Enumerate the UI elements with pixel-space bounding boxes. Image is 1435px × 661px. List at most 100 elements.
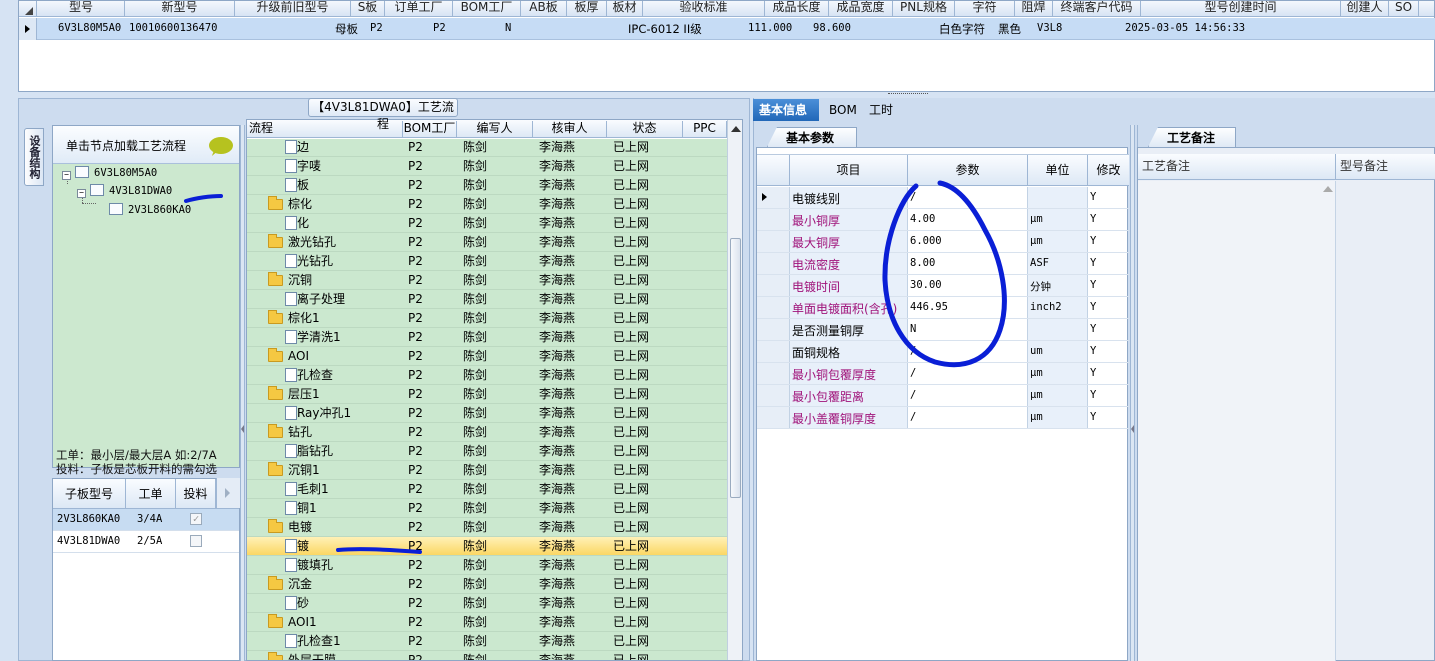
cell-solder-mask[interactable]: 黑色 (998, 21, 1021, 37)
cell-bom-factory[interactable]: P2 (408, 139, 423, 156)
param-item[interactable]: 最小铜包覆厚度 (790, 363, 908, 384)
cell-status[interactable]: 已上网 (613, 519, 649, 536)
cell-status[interactable]: 已上网 (613, 158, 649, 175)
param-unit[interactable]: μm (1028, 363, 1088, 384)
cell-bom-factory[interactable]: P2 (408, 234, 423, 251)
col-header[interactable]: 核审人 (533, 121, 607, 138)
flow-row[interactable]: −沉铜 P2 陈剑 李海燕 已上网 (247, 271, 727, 290)
cell-writer[interactable]: 陈剑 (463, 253, 487, 270)
tab-bom[interactable]: BOM (823, 99, 863, 121)
cell-bom-factory[interactable]: P2 (408, 310, 423, 327)
flow-step-name[interactable]: −激光钻孔 (268, 234, 336, 251)
param-row[interactable]: 电流密度 8.00 ASF Y (757, 253, 1129, 275)
cell-bom-factory[interactable]: P2 (408, 595, 423, 612)
flow-row[interactable]: −电镀 P2 陈剑 李海燕 已上网 (247, 518, 727, 537)
cell-writer[interactable]: 陈剑 (463, 139, 487, 156)
cell-status[interactable]: 已上网 (613, 405, 649, 422)
param-item[interactable]: 最小铜厚 (790, 209, 908, 230)
cell-status[interactable]: 已上网 (613, 196, 649, 213)
flow-row[interactable]: −棕化 P2 陈剑 李海燕 已上网 (247, 195, 727, 214)
cell-status[interactable]: 已上网 (613, 234, 649, 251)
col-header[interactable]: 成品长度 (765, 1, 829, 17)
row-indicator-icon[interactable] (19, 18, 37, 40)
cell-bom-factory[interactable]: P2 (408, 424, 423, 441)
param-unit[interactable]: μm (1028, 407, 1088, 428)
param-modify[interactable]: Y (1088, 319, 1128, 340)
param-row[interactable]: 最大铜厚 6.000 μm Y (757, 231, 1129, 253)
flow-row[interactable]: −层压1 P2 陈剑 李海燕 已上网 (247, 385, 727, 404)
col-header[interactable]: 型号备注 (1336, 154, 1435, 179)
param-unit[interactable] (1028, 319, 1088, 340)
cell-bom-factory[interactable]: P2 (408, 405, 423, 422)
cell-status[interactable]: 已上网 (613, 557, 649, 574)
cell-reviewer[interactable]: 李海燕 (539, 253, 575, 270)
cell-writer[interactable]: 陈剑 (463, 424, 487, 441)
param-item[interactable]: 最大铜厚 (790, 231, 908, 252)
param-item[interactable]: 面铜规格 (790, 341, 908, 362)
flow-step-name[interactable]: −外层干膜 (268, 652, 336, 660)
param-unit[interactable]: μm (1028, 231, 1088, 252)
cell-status[interactable]: 已上网 (613, 614, 649, 631)
param-row[interactable]: 面铜规格 / um Y (757, 341, 1129, 363)
param-modify[interactable]: Y (1088, 407, 1128, 428)
col-header[interactable]: BOM工厂 (403, 121, 457, 138)
cell-bom-factory[interactable]: P2 (408, 196, 423, 213)
flow-step-name[interactable]: 棕化 (285, 215, 309, 232)
param-unit[interactable]: ASF (1028, 253, 1088, 274)
flow-step-name[interactable]: 化学清洗1 (285, 329, 341, 346)
flow-row[interactable]: −AOI P2 陈剑 李海燕 已上网 (247, 347, 727, 366)
cell-bom-factory[interactable]: P2 (408, 481, 423, 498)
cell-reviewer[interactable]: 李海燕 (539, 386, 575, 403)
cell-reviewer[interactable]: 李海燕 (539, 424, 575, 441)
cell-writer[interactable]: 陈剑 (463, 291, 487, 308)
cell-reviewer[interactable]: 李海燕 (539, 272, 575, 289)
flow-step-name[interactable]: −AOI1 (268, 614, 317, 631)
cell-reviewer[interactable]: 李海燕 (539, 519, 575, 536)
cell-reviewer[interactable]: 李海燕 (539, 139, 575, 156)
flow-step-name[interactable]: 激光钻孔 (285, 253, 333, 270)
cell-bom-factory[interactable]: P2 (408, 329, 423, 346)
param-modify[interactable]: Y (1088, 187, 1128, 208)
cell-bom-factory[interactable]: P2 (408, 177, 423, 194)
flow-row[interactable]: 锐边 P2 陈剑 李海燕 已上网 (247, 138, 727, 157)
collapse-arrow-icon[interactable] (216, 478, 240, 508)
tab-work-hours[interactable]: 工时 (863, 99, 899, 121)
flow-step-name[interactable]: 电镀填孔 (285, 557, 333, 574)
cell-status[interactable]: 已上网 (613, 424, 649, 441)
row-indicator[interactable] (757, 341, 790, 362)
cell-reviewer[interactable]: 李海燕 (539, 481, 575, 498)
cell-writer[interactable]: 陈剑 (463, 595, 487, 612)
cell-status[interactable]: 已上网 (613, 253, 649, 270)
cell-bom-factory[interactable]: P2 (408, 652, 423, 660)
flow-step-name[interactable]: 盲孔检查 (285, 367, 333, 384)
param-row[interactable]: 最小铜厚 4.00 μm Y (757, 209, 1129, 231)
cell-reviewer[interactable]: 李海燕 (539, 576, 575, 593)
param-value[interactable]: 8.00 (908, 253, 1028, 274)
cell-status[interactable]: 已上网 (613, 272, 649, 289)
cell-status[interactable]: 已上网 (613, 177, 649, 194)
param-value[interactable]: / (908, 385, 1028, 406)
cell-model[interactable]: 6V3L80M5A0 (58, 22, 121, 34)
col-header[interactable]: SO (1389, 1, 1419, 17)
col-header[interactable]: 编写人 (457, 121, 533, 138)
col-header[interactable]: 新型号 (125, 1, 235, 17)
cell-reviewer[interactable]: 李海燕 (539, 405, 575, 422)
cell-writer[interactable]: 陈剑 (463, 500, 487, 517)
param-item[interactable]: 单面电镀面积(含孔) (790, 297, 908, 318)
flow-row[interactable]: 激光钻孔 P2 陈剑 李海燕 已上网 (247, 252, 727, 271)
flow-step-name[interactable]: −钻孔 (268, 424, 312, 441)
col-header[interactable]: 板材 (607, 1, 643, 17)
cell-status[interactable]: 已上网 (613, 500, 649, 517)
param-modify[interactable]: Y (1088, 363, 1128, 384)
flow-row[interactable]: 树脂钻孔 P2 陈剑 李海燕 已上网 (247, 442, 727, 461)
row-indicator[interactable] (757, 209, 790, 230)
row-indicator[interactable] (757, 363, 790, 384)
cell-new-model[interactable]: 10010600136470 (129, 22, 218, 34)
cell-bom-factory[interactable]: P2 (408, 158, 423, 175)
cell-status[interactable]: 已上网 (613, 310, 649, 327)
panel-splitter[interactable] (240, 125, 245, 661)
param-modify[interactable]: Y (1088, 231, 1128, 252)
cell-model[interactable]: 2V3L860KA0 (57, 513, 120, 525)
param-modify[interactable]: Y (1088, 253, 1128, 274)
cell-status[interactable]: 已上网 (613, 329, 649, 346)
